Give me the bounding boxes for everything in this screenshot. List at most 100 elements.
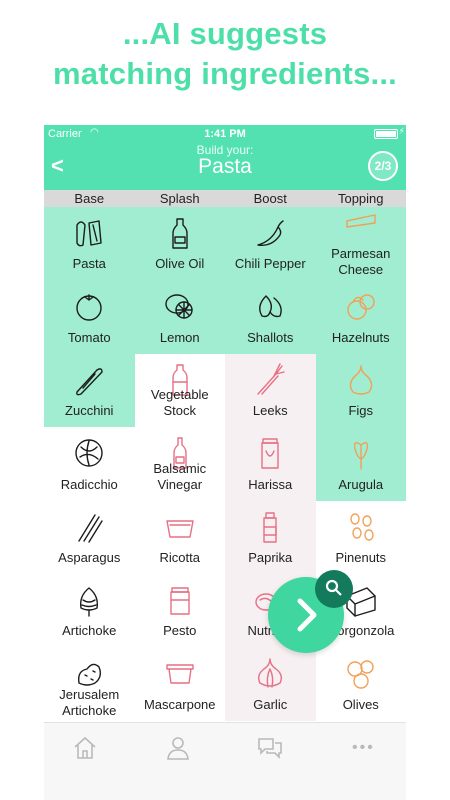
ingredient-lemon[interactable]: Lemon <box>134 280 225 354</box>
ingredient-chili-pepper[interactable]: Chili Pepper <box>225 207 316 281</box>
mascarpone-icon <box>166 664 194 685</box>
olive-oil-icon <box>172 218 188 249</box>
tab-chat[interactable] <box>257 735 283 761</box>
ingredient-label: Paprika <box>248 549 293 565</box>
ingredient-leeks[interactable]: Leeks <box>225 353 316 428</box>
ingredient-pesto[interactable]: Pesto <box>134 573 225 648</box>
chat-icon <box>258 738 282 759</box>
ingredient-label: Lemon <box>159 329 200 345</box>
ingredient-label: Asparagus <box>58 549 121 565</box>
hazelnuts-icon <box>347 294 375 321</box>
tab-profile[interactable] <box>165 735 191 761</box>
headline-line-2: matching ingredients... <box>53 56 397 91</box>
column-header-splash: Splash <box>159 191 200 206</box>
phone-screen: Carrier ◠ 1:41 PM ⚡ < Build your: Pasta … <box>44 125 406 800</box>
ingredient-ricotta[interactable]: Ricotta <box>134 500 225 574</box>
ingredient-hazelnuts[interactable]: Hazelnuts <box>315 280 406 354</box>
ingredient-olives[interactable]: Olives <box>315 647 406 721</box>
paprika-icon <box>263 511 277 543</box>
ingredient-label: Garlic <box>253 696 288 712</box>
ingredient-label: Pasta <box>72 256 106 272</box>
ingredient-label: Pesto <box>163 623 197 639</box>
olives-icon <box>347 660 374 690</box>
tab-bar: ••• <box>44 722 406 800</box>
ingredient-olive-oil[interactable]: Olive Oil <box>134 207 225 281</box>
ingredient-figs[interactable]: Figs <box>315 353 406 428</box>
profile-icon <box>167 737 189 760</box>
ingredient-label: Ricotta <box>159 549 200 565</box>
leeks-icon <box>257 363 285 395</box>
ingredient-mascarpone[interactable]: Mascarpone <box>134 647 225 721</box>
ingredient-arugula[interactable]: Arugula <box>315 427 406 501</box>
ingredient-label: Olive Oil <box>155 256 205 272</box>
ingredient-artichoke[interactable]: Artichoke <box>44 573 135 648</box>
tab-home[interactable] <box>72 735 98 761</box>
ingredient-label: Chili Pepper <box>234 256 306 272</box>
ingredient-balsamic-vinegar[interactable]: Balsamic Vinegar <box>134 427 225 501</box>
ingredient-label: Leeks <box>252 403 288 419</box>
shallots-icon <box>259 295 283 318</box>
page-title: Pasta <box>198 155 252 178</box>
navigation-bar: Carrier ◠ 1:41 PM ⚡ < Build your: Pasta … <box>44 125 406 190</box>
ricotta-icon <box>166 519 194 538</box>
ingredient-zucchini[interactable]: Zucchini <box>44 353 135 428</box>
column-header-base: Base <box>74 191 105 206</box>
ingredient-vegetable-stock[interactable]: Vegetable Stock <box>134 353 225 428</box>
ingredient-label: Jerusalem Artichoke <box>59 686 120 718</box>
ingredient-pasta[interactable]: Pasta <box>44 207 135 281</box>
search-button[interactable] <box>315 570 353 608</box>
radicchio-icon <box>75 439 103 467</box>
ingredient-label: Arugula <box>338 476 384 492</box>
column-headers: Base Splash Boost Topping <box>44 190 406 207</box>
pasta-icon <box>76 220 102 247</box>
ingredient-label: Vegetable Stock <box>150 387 209 419</box>
headline-line-1: ...AI suggests <box>122 16 328 51</box>
ingredient-asparagus[interactable]: Asparagus <box>44 500 135 574</box>
search-icon <box>325 579 342 596</box>
pesto-icon <box>170 587 190 615</box>
ingredient-label: Harissa <box>248 476 293 492</box>
ingredient-jerusalem-artichoke[interactable]: Jerusalem Artichoke <box>44 647 135 721</box>
ingredient-label: Zucchini <box>65 403 114 419</box>
ingredient-harissa[interactable]: Harissa <box>225 427 316 501</box>
ingredient-label: Mascarpone <box>143 696 216 712</box>
base-column: Pasta Tomato Zucchini Radicchio Asparagu… <box>44 207 135 721</box>
ingredient-label: Radicchio <box>60 476 118 492</box>
battery-icon <box>374 129 398 139</box>
ingredient-label: Olives <box>342 696 379 712</box>
garlic-icon <box>258 658 283 689</box>
charging-icon: ⚡ <box>398 126 405 136</box>
more-icon[interactable]: ••• <box>352 739 375 757</box>
home-icon <box>74 736 96 759</box>
artichoke-icon <box>80 587 99 617</box>
ingredient-radicchio[interactable]: Radicchio <box>44 427 135 501</box>
arugula-icon <box>353 442 368 470</box>
ingredient-paprika[interactable]: Paprika <box>225 500 316 574</box>
splash-column: Olive Oil Lemon Vegetable Stock Balsamic V… <box>134 207 225 721</box>
pinenuts-icon <box>350 512 374 541</box>
lemon-icon <box>165 294 193 320</box>
ingredient-tomato[interactable]: Tomato <box>44 280 135 354</box>
harissa-icon <box>261 438 279 469</box>
ingredient-grid: Pasta Tomato Zucchini Radicchio Asparagu… <box>44 207 406 721</box>
ingredient-label: Parmesan Cheese <box>331 246 391 278</box>
status-bar: Carrier ◠ 1:41 PM ⚡ <box>44 125 406 143</box>
column-header-topping: Topping <box>337 191 384 206</box>
ingredient-label: Balsamic Vinegar <box>153 460 207 492</box>
ingredient-parmesan-cheese[interactable]: Parmesan Cheese <box>315 207 406 281</box>
status-time: 1:41 PM <box>204 128 246 140</box>
step-indicator: 2/3 <box>368 151 398 181</box>
ingredient-pinenuts[interactable]: Pinenuts <box>315 500 406 574</box>
promo-headline: ...AI suggests matching ingredients... <box>0 14 450 94</box>
parmesan-cheese-icon <box>346 214 376 228</box>
ingredient-shallots[interactable]: Shallots <box>225 280 316 354</box>
chili-pepper-icon <box>257 220 284 246</box>
ingredient-label: Hazelnuts <box>331 329 390 345</box>
ingredient-label: Shallots <box>247 329 294 345</box>
zucchini-icon <box>76 367 103 396</box>
ingredient-label: Figs <box>348 403 374 419</box>
ingredient-label: Artichoke <box>62 623 117 639</box>
ingredient-label: Pinenuts <box>335 549 387 565</box>
figs-icon <box>349 365 372 395</box>
ingredient-garlic[interactable]: Garlic <box>225 647 316 721</box>
